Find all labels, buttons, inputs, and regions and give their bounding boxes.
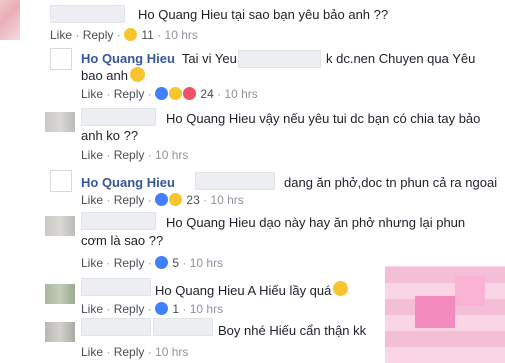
reply-link[interactable]: Reply	[114, 302, 145, 316]
timestamp[interactable]: 10 hrs	[210, 193, 243, 207]
like-link[interactable]: Like	[81, 302, 103, 316]
timestamp[interactable]: 10 hrs	[155, 345, 188, 359]
like-link[interactable]: Like	[81, 87, 103, 101]
reaction-count[interactable]: 5	[172, 256, 179, 270]
redacted-name	[50, 5, 125, 23]
like-link[interactable]: Like	[81, 148, 103, 162]
mention-name[interactable]: Ho Quang Hieu	[155, 283, 245, 298]
like-reaction-icon[interactable]	[155, 256, 169, 269]
comment-body: tại sao bạn yêu bảo anh ??	[231, 7, 389, 22]
mention-name[interactable]: Ho Quang Hieu	[138, 7, 228, 22]
reply-link[interactable]: Reply	[83, 28, 114, 42]
reply-link[interactable]: Reply	[114, 345, 145, 359]
comment-meta: Like · Reply · 23 · 10 hrs	[81, 193, 244, 207]
comment-meta: Like · Reply · 10 hrs	[81, 345, 189, 359]
redacted-mention	[153, 318, 213, 336]
author-name[interactable]: Ho Quang Hieu	[81, 51, 175, 66]
hq-avatar[interactable]	[50, 170, 72, 192]
comment-meta: Like · Reply · 11 · 10 hrs	[50, 28, 198, 42]
comment-text: Ho Quang Hieu A Hiếu lầy quá	[155, 283, 332, 298]
pixelated-watermark	[385, 266, 505, 363]
comment-meta: Like · Reply · 24 · 10 hrs	[81, 87, 258, 101]
reaction-count[interactable]: 1	[172, 302, 179, 316]
comment-body: dang ăn phở,doc tn phun cả ra ngoai	[284, 175, 498, 190]
comment-author: Ho Quang Hieu	[81, 175, 175, 190]
redacted-name	[81, 318, 151, 336]
reaction-count[interactable]: 11	[141, 28, 153, 42]
comment-text-line2: anh ko ??	[81, 128, 139, 143]
commenter-avatar[interactable]	[45, 216, 75, 236]
comment-text: Ho Quang Hieu Tai vi Yeu	[81, 51, 237, 66]
like-reaction-icon[interactable]	[155, 302, 169, 315]
comment-meta: Like · Reply · 5 · 10 hrs	[81, 256, 224, 270]
commenter-avatar[interactable]	[0, 0, 20, 40]
comment-text: Ho Quang Hieu tại sao bạn yêu bảo anh ??	[138, 7, 388, 22]
timestamp[interactable]: 10 hrs	[190, 302, 223, 316]
like-link[interactable]: Like	[81, 256, 103, 270]
like-link[interactable]: Like	[81, 345, 103, 359]
redacted-text	[195, 172, 275, 190]
smile-emoji-icon	[333, 281, 348, 296]
commenter-avatar[interactable]	[45, 284, 75, 304]
mention-name[interactable]: Ho Quang Hieu	[166, 215, 256, 230]
author-name[interactable]: Ho Quang Hieu	[81, 175, 175, 190]
comment-text-line2: cơm là sao ??	[81, 233, 164, 248]
smile-emoji-icon	[130, 67, 145, 82]
redacted-name	[81, 212, 156, 230]
redacted-text	[238, 50, 321, 68]
haha-reaction-icon[interactable]	[169, 193, 183, 206]
reaction-count[interactable]: 24	[200, 87, 213, 101]
like-link[interactable]: Like	[81, 193, 103, 207]
sad-reaction-icon[interactable]	[124, 28, 138, 41]
hq-avatar[interactable]	[50, 48, 72, 70]
timestamp[interactable]: 10 hrs	[155, 148, 188, 162]
like-reaction-icon[interactable]	[155, 87, 169, 100]
timestamp[interactable]: 10 hrs	[165, 28, 198, 42]
redacted-name	[81, 108, 156, 126]
comment-meta: Like · Reply · 10 hrs	[81, 148, 189, 162]
reaction-count[interactable]: 23	[186, 193, 199, 207]
reply-link[interactable]: Reply	[114, 193, 145, 207]
timestamp[interactable]: 10 hrs	[190, 256, 223, 270]
love-reaction-icon[interactable]	[183, 87, 197, 100]
comment-meta: Like · Reply · 1 · 10 hrs	[81, 302, 224, 316]
comment-text-line2: bao anh	[81, 68, 128, 83]
timestamp[interactable]: 10 hrs	[224, 87, 257, 101]
commenter-avatar[interactable]	[45, 112, 75, 132]
reply-link[interactable]: Reply	[114, 148, 145, 162]
redacted-name	[81, 278, 151, 296]
comment-body: k dc.nen Chuyen qua Yêu	[326, 51, 476, 66]
like-reaction-icon[interactable]	[155, 193, 169, 206]
comment-text: Ho Quang Hieu vậy nếu yêu tui dc bạn có …	[166, 111, 481, 126]
reply-link[interactable]: Reply	[114, 87, 145, 101]
like-link[interactable]: Like	[50, 28, 72, 42]
haha-reaction-icon[interactable]	[169, 87, 183, 100]
commenter-avatar[interactable]	[45, 322, 75, 342]
comment-text: Ho Quang Hieu dạo này hay ăn phở nhưng l…	[166, 215, 466, 230]
reply-link[interactable]: Reply	[114, 256, 145, 270]
mention-name[interactable]: Ho Quang Hieu	[166, 111, 256, 126]
comment-body: Boy nhé Hiếu cẩn thận kk	[218, 323, 367, 338]
